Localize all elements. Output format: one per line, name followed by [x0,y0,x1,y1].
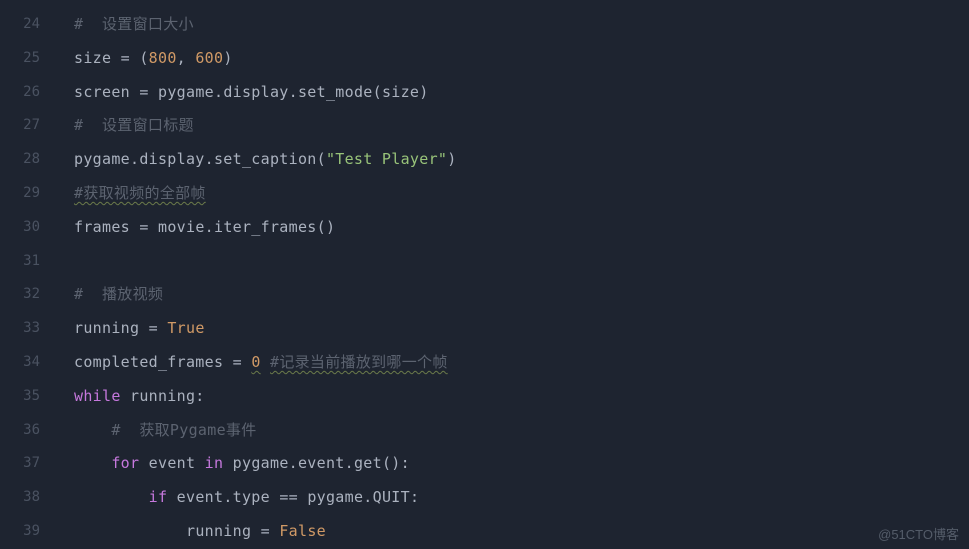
space [158,319,167,337]
code-token: event [139,454,204,472]
comment-text: # 设置窗口标题 [74,116,194,134]
space [270,522,279,540]
watermark-text: @51CTO博客 [878,524,959,543]
operator: = [149,319,158,337]
line-number: 37 [0,447,40,481]
code-token: running [186,522,261,540]
comment-text: #记录当前播放到哪一个帧 [270,353,448,371]
space [242,353,251,371]
code-token: movie.iter_frames() [149,218,336,236]
code-line[interactable]: frames = movie.iter_frames() [74,211,969,245]
code-line[interactable]: # 播放视频 [74,278,969,312]
operator: = [139,83,148,101]
keyword: while [74,387,121,405]
code-line[interactable]: # 获取Pygame事件 [74,414,969,448]
indent [74,421,111,439]
number-literal: 600 [195,49,223,67]
line-number: 39 [0,515,40,549]
code-line[interactable]: while running: [74,380,969,414]
line-number: 27 [0,109,40,143]
code-token: running: [121,387,205,405]
string-literal: "Test Player" [326,150,447,168]
indent [74,454,111,472]
number-literal: 800 [149,49,177,67]
keyword: in [205,454,224,472]
code-token: event.type [167,488,279,506]
line-number: 24 [0,8,40,42]
code-token: pygame.QUIT: [298,488,419,506]
line-number: 29 [0,177,40,211]
keyword: if [149,488,168,506]
code-token: size [74,49,121,67]
space [261,353,270,371]
code-editor: 24 25 26 27 28 29 30 31 32 33 34 35 36 3… [0,0,969,549]
code-line[interactable]: size = (800, 600) [74,42,969,76]
code-line[interactable]: #获取视频的全部帧 [74,177,969,211]
constant: True [167,319,204,337]
code-area[interactable]: # 设置窗口大小 size = (800, 600) screen = pyga… [54,0,969,549]
code-line[interactable] [74,245,969,279]
code-line[interactable]: completed_frames = 0 #记录当前播放到哪一个帧 [74,346,969,380]
code-line[interactable]: screen = pygame.display.set_mode(size) [74,76,969,110]
code-token: screen [74,83,139,101]
indent [74,522,186,540]
comment-text: #获取视频的全部帧 [74,184,206,202]
line-number: 25 [0,42,40,76]
operator: = [233,353,242,371]
operator: = [121,49,130,67]
comment-text: # 获取Pygame事件 [111,421,256,439]
code-token: ( [130,49,149,67]
number-literal: 0 [251,353,260,371]
indent [74,488,149,506]
operator: == [279,488,298,506]
code-token: pygame.display.set_caption( [74,150,326,168]
line-number: 36 [0,414,40,448]
keyword: for [111,454,139,472]
code-token: pygame.display.set_mode(size) [149,83,429,101]
operator: = [139,218,148,236]
code-token: ) [447,150,456,168]
line-number: 33 [0,312,40,346]
line-number: 32 [0,278,40,312]
code-token: pygame.event.get(): [223,454,410,472]
code-token: ) [223,49,232,67]
code-line[interactable]: pygame.display.set_caption("Test Player"… [74,143,969,177]
code-line[interactable]: running = False [74,515,969,549]
constant: False [279,522,326,540]
line-number: 26 [0,76,40,110]
line-number-gutter: 24 25 26 27 28 29 30 31 32 33 34 35 36 3… [0,0,54,549]
line-number: 31 [0,245,40,279]
code-line[interactable]: running = True [74,312,969,346]
line-number: 35 [0,380,40,414]
operator: = [261,522,270,540]
code-token: running [74,319,149,337]
line-number: 34 [0,346,40,380]
comment-text: # 设置窗口大小 [74,15,194,33]
code-token: completed_frames [74,353,233,371]
code-line[interactable]: # 设置窗口标题 [74,109,969,143]
comment-text: # 播放视频 [74,285,163,303]
line-number: 38 [0,481,40,515]
code-line[interactable]: for event in pygame.event.get(): [74,447,969,481]
code-line[interactable]: # 设置窗口大小 [74,8,969,42]
code-line[interactable]: if event.type == pygame.QUIT: [74,481,969,515]
line-number: 28 [0,143,40,177]
line-number: 30 [0,211,40,245]
code-token: , [177,49,196,67]
code-token: frames [74,218,139,236]
